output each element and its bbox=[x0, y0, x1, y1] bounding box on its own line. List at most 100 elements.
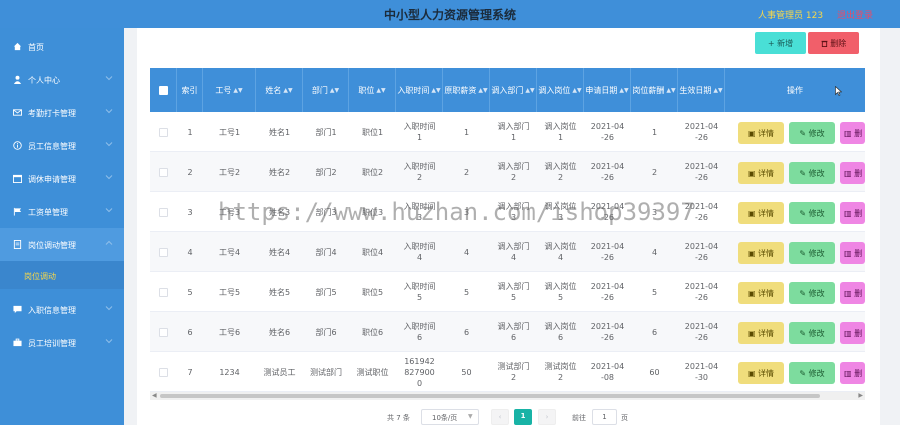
column-header-label: 入职时间 bbox=[397, 85, 430, 95]
sort-icon[interactable]: ▲▼ bbox=[431, 85, 440, 96]
sidebar-subitem-transfer[interactable]: 岗位调动 bbox=[0, 261, 124, 289]
sort-icon[interactable]: ▲▼ bbox=[666, 85, 675, 96]
chevron-down-icon bbox=[105, 76, 113, 81]
cell-effective-date: 2021-04-26 bbox=[678, 232, 725, 272]
sort-icon[interactable]: ▲▼ bbox=[619, 85, 628, 96]
page-number-current[interactable]: 1 bbox=[514, 409, 532, 425]
column-header-new-salary[interactable]: 岗位薪酬 ▲▼ bbox=[631, 68, 678, 112]
next-page-button[interactable]: › bbox=[538, 409, 556, 425]
table-row[interactable]: 7 1234 测试员工 测试部门 测试职位 1619428279000 50 测试部门2 测试岗… bbox=[150, 352, 865, 392]
sidebar-item-leave[interactable]: 调休申请管理 bbox=[0, 162, 124, 195]
detail-button[interactable]: ▣ 详情 bbox=[738, 322, 784, 344]
delete-row-button[interactable]: ▥ 删 bbox=[840, 242, 865, 264]
table-row[interactable]: 6 工号6 姓名6 部门6 职位6 入职时间6 6 调入部门6 调入岗位6 2021-04-26 6… bbox=[150, 312, 865, 352]
column-header-original-salary[interactable]: 原职薪资 ▲▼ bbox=[443, 68, 490, 112]
chevron-down-icon bbox=[105, 339, 113, 344]
cell-employee-id: 工号5 bbox=[203, 272, 256, 312]
row-select-cell bbox=[150, 192, 177, 232]
cell-employee-id: 1234 bbox=[203, 352, 256, 392]
edit-button[interactable]: ✎ 修改 bbox=[789, 322, 835, 344]
delete-row-button[interactable]: ▥ 删 bbox=[840, 362, 865, 384]
edit-button-label: ✎ 修改 bbox=[799, 249, 825, 258]
sidebar-item-transfer[interactable]: 岗位调动管理 bbox=[0, 228, 124, 261]
cell-name: 测试员工 bbox=[256, 352, 303, 392]
table-row[interactable]: 1 工号1 姓名1 部门1 职位1 入职时间1 1 调入部门1 调入岗位1 2021-04-26 1… bbox=[150, 112, 865, 152]
horizontal-scrollbar[interactable]: ◀ ▶ bbox=[150, 392, 865, 400]
edit-button[interactable]: ✎ 修改 bbox=[789, 202, 835, 224]
column-header-apply-date[interactable]: 申请日期 ▲▼ bbox=[584, 68, 631, 112]
column-header-hire-date[interactable]: 入职时间 ▲▼ bbox=[396, 68, 443, 112]
sort-icon[interactable]: ▲▼ bbox=[713, 85, 722, 96]
scroll-left-icon[interactable]: ◀ bbox=[152, 392, 157, 399]
delete-row-button[interactable]: ▥ 删 bbox=[840, 322, 865, 344]
sort-icon[interactable]: ▲▼ bbox=[478, 85, 487, 96]
prev-page-button[interactable]: ‹ bbox=[491, 409, 509, 425]
table-row[interactable]: 4 工号4 姓名4 部门4 职位4 入职时间4 4 调入部门4 调入岗位4 2021-04-26 4… bbox=[150, 232, 865, 272]
sidebar-item-onboarding[interactable]: 入职信息管理 bbox=[0, 293, 124, 326]
detail-button[interactable]: ▣ 详情 bbox=[738, 122, 784, 144]
delete-row-button[interactable]: ▥ 删 bbox=[840, 162, 865, 184]
edit-button[interactable]: ✎ 修改 bbox=[789, 282, 835, 304]
scroll-right-icon[interactable]: ▶ bbox=[858, 392, 863, 399]
delete-row-button[interactable]: ▥ 删 bbox=[840, 122, 865, 144]
row-checkbox[interactable] bbox=[159, 167, 168, 177]
column-header-employee-id[interactable]: 工号 ▲▼ bbox=[203, 68, 256, 112]
delete-row-button[interactable]: ▥ 删 bbox=[840, 282, 865, 304]
delete-button[interactable]: 删除 bbox=[808, 32, 859, 54]
edit-button[interactable]: ✎ 修改 bbox=[789, 242, 835, 264]
cell-transfer-position: 调入岗位6 bbox=[537, 312, 584, 352]
sidebar-item-training[interactable]: 员工培训管理 bbox=[0, 326, 124, 359]
column-header-name[interactable]: 姓名 ▲▼ bbox=[256, 68, 303, 112]
sort-icon[interactable]: ▲▼ bbox=[525, 85, 534, 96]
detail-button[interactable]: ▣ 详情 bbox=[738, 202, 784, 224]
row-checkbox[interactable] bbox=[159, 327, 168, 337]
table-row[interactable]: 2 工号2 姓名2 部门2 职位2 入职时间2 2 调入部门2 调入岗位2 2021-04-26 2… bbox=[150, 152, 865, 192]
column-header-transfer-position[interactable]: 调入岗位 ▲▼ bbox=[537, 68, 584, 112]
row-checkbox[interactable] bbox=[159, 287, 168, 297]
column-header-transfer-dept[interactable]: 调入部门 ▲▼ bbox=[490, 68, 537, 112]
cell-employee-id: 工号4 bbox=[203, 232, 256, 272]
scrollbar-thumb[interactable] bbox=[160, 394, 820, 398]
sort-icon[interactable]: ▲▼ bbox=[233, 85, 242, 96]
sort-icon[interactable]: ▲▼ bbox=[376, 85, 385, 96]
sidebar-item-payroll[interactable]: 工资单管理 bbox=[0, 195, 124, 228]
logout-link[interactable]: 退出登录 bbox=[837, 8, 873, 21]
edit-button[interactable]: ✎ 修改 bbox=[789, 162, 835, 184]
delete-row-button[interactable]: ▥ 删 bbox=[840, 202, 865, 224]
detail-button[interactable]: ▣ 详情 bbox=[738, 162, 784, 184]
cell-text: 6 bbox=[463, 327, 470, 337]
detail-button[interactable]: ▣ 详情 bbox=[738, 242, 784, 264]
edit-button[interactable]: ✎ 修改 bbox=[789, 122, 835, 144]
row-checkbox[interactable] bbox=[159, 247, 168, 257]
sidebar-item-home[interactable]: 首页 bbox=[0, 30, 124, 63]
cell-text: 测试员工 bbox=[263, 367, 296, 377]
detail-button[interactable]: ▣ 详情 bbox=[738, 282, 784, 304]
row-checkbox[interactable] bbox=[159, 367, 168, 377]
sidebar: 首页 个人中心 考勤打卡管理 员工信息管理 调休申请管理 工资单管理 岗位调动管… bbox=[0, 28, 124, 425]
sort-icon[interactable]: ▲▼ bbox=[572, 85, 581, 96]
edit-button[interactable]: ✎ 修改 bbox=[789, 362, 835, 384]
add-button[interactable]: + 新增 bbox=[755, 32, 806, 54]
row-checkbox[interactable] bbox=[159, 127, 168, 137]
delete-row-button-label: ▥ 删 bbox=[844, 169, 863, 178]
column-header-position[interactable]: 职位 ▲▼ bbox=[349, 68, 396, 112]
sidebar-item-employee-info[interactable]: 员工信息管理 bbox=[0, 129, 124, 162]
detail-button[interactable]: ▣ 详情 bbox=[738, 362, 784, 384]
chevron-down-icon bbox=[105, 208, 113, 213]
row-checkbox[interactable] bbox=[159, 207, 168, 217]
sort-icon[interactable]: ▲▼ bbox=[283, 85, 292, 96]
column-header-label: 申请日期 bbox=[585, 85, 618, 95]
cell-text: 2021-04-26 bbox=[684, 122, 719, 142]
column-header-effective-date[interactable]: 生效日期 ▲▼ bbox=[678, 68, 725, 112]
table-row[interactable]: 5 工号5 姓名5 部门5 职位5 入职时间5 5 调入部门5 调入岗位5 2021-04-26 5… bbox=[150, 272, 865, 312]
page-size-select[interactable]: 10条/页 ▼ bbox=[421, 409, 479, 425]
goto-page-input[interactable]: 1 bbox=[592, 409, 617, 425]
sort-icon[interactable]: ▲▼ bbox=[330, 85, 339, 96]
cell-transfer-dept: 调入部门6 bbox=[490, 312, 537, 352]
cell-text: 1619428279000 bbox=[404, 356, 435, 388]
sidebar-item-label: 岗位调动管理 bbox=[28, 241, 76, 250]
sidebar-item-personal[interactable]: 个人中心 bbox=[0, 63, 124, 96]
column-header-department[interactable]: 部门 ▲▼ bbox=[303, 68, 349, 112]
sidebar-item-attendance[interactable]: 考勤打卡管理 bbox=[0, 96, 124, 129]
select-all-checkbox[interactable] bbox=[158, 85, 168, 95]
